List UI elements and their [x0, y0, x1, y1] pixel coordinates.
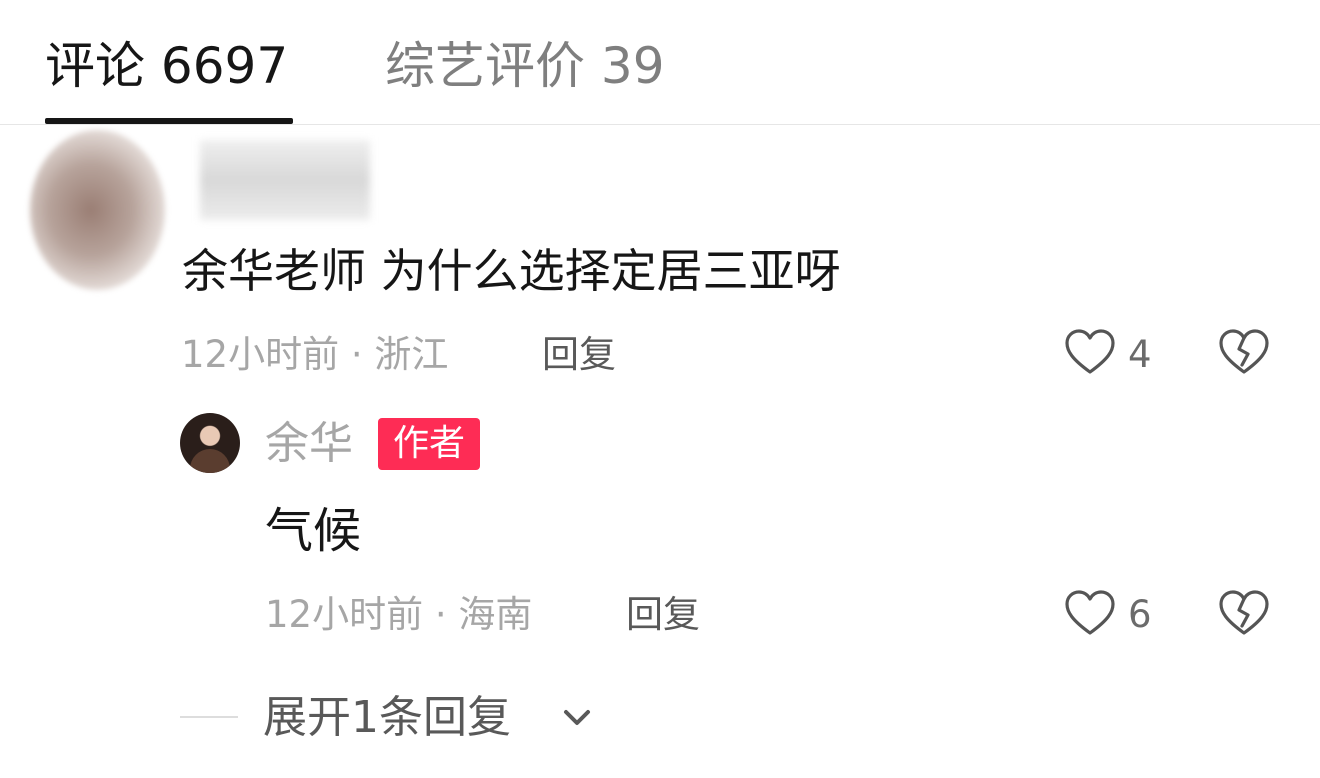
heart-outline-icon[interactable]: [1064, 327, 1116, 379]
broken-heart-icon[interactable]: [1218, 327, 1270, 379]
comment-time-location: 12小时前 · 浙江: [181, 333, 449, 376]
commenter-avatar-blurred[interactable]: [30, 130, 165, 290]
author-badge: 作者: [378, 418, 480, 470]
active-tab-indicator: [45, 118, 293, 124]
reply-text: 气候: [265, 503, 362, 559]
reply-reply-button[interactable]: 回复: [626, 590, 700, 640]
author-avatar[interactable]: [180, 413, 240, 473]
tab-bar: 评论 6697 综艺评价 39: [0, 0, 1320, 125]
broken-heart-icon[interactable]: [1218, 588, 1270, 640]
reply-like-count: 6: [1128, 593, 1152, 636]
expand-divider: [180, 716, 238, 718]
comment-text: 余华老师 为什么选择定居三亚呀: [182, 244, 841, 298]
comment-reply-button[interactable]: 回复: [542, 330, 616, 380]
commenter-name-blurred: [200, 140, 370, 220]
comment-like-count: 4: [1128, 333, 1152, 376]
expand-replies-button[interactable]: 展开1条回复: [263, 690, 511, 746]
avatar-shoulders: [190, 449, 230, 473]
author-name[interactable]: 余华: [265, 416, 353, 472]
chevron-down-icon[interactable]: [560, 703, 594, 733]
reply-time-location: 12小时前 · 海南: [265, 593, 533, 636]
tab-reviews[interactable]: 综艺评价 39: [385, 34, 665, 98]
heart-outline-icon[interactable]: [1064, 588, 1116, 640]
tab-comments[interactable]: 评论 6697: [45, 34, 288, 98]
